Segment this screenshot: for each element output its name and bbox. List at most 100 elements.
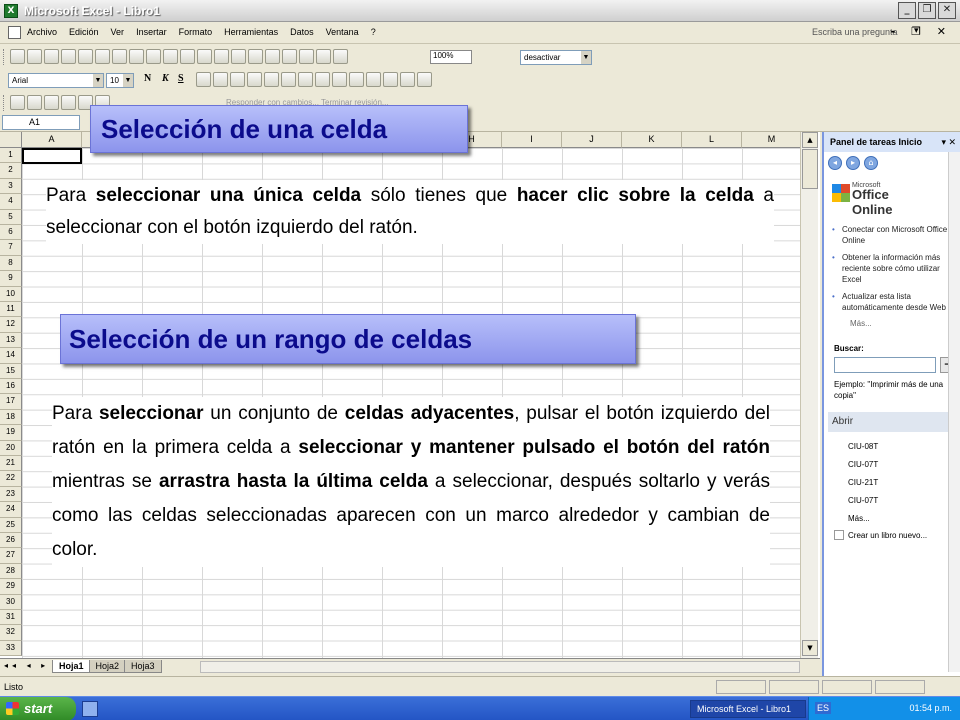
close-button[interactable]: ✕ [938, 2, 956, 19]
new-icon[interactable] [10, 49, 25, 64]
menu-formato[interactable]: Formato [178, 27, 214, 37]
sort-desc-icon[interactable] [299, 49, 314, 64]
row-header[interactable]: 14 [0, 348, 22, 364]
print-icon[interactable] [78, 49, 93, 64]
drawing-icon[interactable] [333, 49, 348, 64]
open-icon[interactable] [27, 49, 42, 64]
chevron-down-icon[interactable]: ▼ [581, 51, 591, 64]
column-header[interactable]: L [682, 132, 742, 148]
column-header[interactable]: M [742, 132, 802, 148]
tab-hoja1[interactable]: Hoja1 [52, 660, 91, 673]
select-all-corner[interactable] [0, 132, 22, 148]
menu-ventana[interactable]: Ventana [325, 27, 360, 37]
align-right-icon[interactable] [230, 72, 245, 87]
search-input[interactable] [834, 357, 936, 373]
workbook-window-controls[interactable]: - ❐ ✕ [891, 25, 952, 38]
row-header[interactable]: 6 [0, 225, 22, 241]
font-size-combo[interactable]: 10 ▼ [106, 73, 134, 88]
row-header[interactable]: 24 [0, 502, 22, 518]
row-header[interactable]: 31 [0, 610, 22, 626]
align-left-icon[interactable] [196, 72, 211, 87]
decrease-decimal-icon[interactable] [332, 72, 347, 87]
bold-button[interactable]: N [144, 73, 151, 84]
column-header[interactable]: I [502, 132, 562, 148]
spelling-icon[interactable] [112, 49, 127, 64]
home-icon[interactable]: ⌂ [864, 156, 878, 170]
language-indicator[interactable]: ES [815, 702, 832, 714]
review-icon[interactable] [27, 95, 42, 110]
chart-icon[interactable] [316, 49, 331, 64]
chevron-down-icon[interactable]: ▼ [123, 74, 133, 87]
row-header[interactable]: 11 [0, 302, 22, 318]
row-header[interactable]: 20 [0, 440, 22, 456]
copy-icon[interactable] [163, 49, 178, 64]
menu-datos[interactable]: Datos [289, 27, 315, 37]
excel-app-icon[interactable]: X [4, 4, 18, 18]
currency-icon[interactable] [264, 72, 279, 87]
row-header[interactable]: 21 [0, 456, 22, 472]
row-header[interactable]: 33 [0, 640, 22, 657]
recent-file[interactable]: CIU-07T [848, 492, 878, 510]
toolbar-grip[interactable] [3, 49, 6, 65]
hyperlink-icon[interactable] [248, 49, 263, 64]
menu-edicion[interactable]: Edición [68, 27, 100, 37]
row-header[interactable]: 4 [0, 194, 22, 210]
cut-icon[interactable] [146, 49, 161, 64]
row-header[interactable]: 16 [0, 379, 22, 395]
format-painter-icon[interactable] [197, 49, 212, 64]
row-header[interactable]: 3 [0, 178, 22, 195]
menu-herramientas[interactable]: Herramientas [223, 27, 279, 37]
new-workbook-link[interactable]: Crear un libro nuevo... [834, 530, 927, 540]
column-header[interactable]: J [562, 132, 622, 148]
review-icon[interactable] [10, 95, 25, 110]
permission-icon[interactable] [61, 49, 76, 64]
maximize-button[interactable]: ❐ [918, 2, 936, 19]
save-icon[interactable] [44, 49, 59, 64]
recent-files-more[interactable]: Más... [848, 510, 878, 528]
row-header[interactable]: 15 [0, 363, 22, 379]
autosum-icon[interactable] [265, 49, 280, 64]
scroll-thumb[interactable] [802, 149, 818, 189]
menu-archivo[interactable]: Archivo [26, 27, 58, 37]
row-header[interactable]: 23 [0, 486, 22, 503]
minimize-button[interactable]: _ [898, 2, 916, 19]
research-icon[interactable] [129, 49, 144, 64]
row-header[interactable]: 5 [0, 209, 22, 225]
toolbar-grip[interactable] [3, 95, 6, 111]
scroll-down-icon[interactable]: ▼ [802, 640, 818, 656]
help-search-input[interactable]: Escriba una pregunta [812, 27, 898, 37]
row-header[interactable]: 22 [0, 471, 22, 487]
row-header[interactable]: 17 [0, 394, 22, 410]
quick-launch-icon[interactable] [82, 701, 98, 717]
increase-decimal-icon[interactable] [315, 72, 330, 87]
font-color-icon[interactable] [417, 72, 432, 87]
row-header[interactable]: 32 [0, 625, 22, 641]
decrease-indent-icon[interactable] [349, 72, 364, 87]
selected-cell-a1[interactable] [22, 148, 82, 164]
preview-icon[interactable] [95, 49, 110, 64]
chevron-down-icon[interactable]: ▼ [93, 74, 103, 87]
row-header[interactable]: 10 [0, 286, 22, 302]
link-connect[interactable]: Conectar con Microsoft Office Online [832, 224, 958, 246]
row-header[interactable]: 8 [0, 255, 22, 272]
column-header[interactable]: A [22, 132, 82, 148]
row-header[interactable]: 28 [0, 563, 22, 580]
start-button[interactable]: start [0, 697, 76, 720]
font-combo[interactable]: Arial ▼ [8, 73, 104, 88]
fill-color-icon[interactable] [400, 72, 415, 87]
tab-hoja3[interactable]: Hoja3 [124, 660, 162, 673]
merge-center-icon[interactable] [247, 72, 262, 87]
link-more[interactable]: Más... [832, 319, 958, 328]
link-auto-update[interactable]: Actualizar esta lista automáticamente de… [832, 291, 958, 313]
increase-indent-icon[interactable] [366, 72, 381, 87]
task-pane-scrollbar[interactable] [948, 152, 960, 672]
sort-asc-icon[interactable] [282, 49, 297, 64]
paste-icon[interactable] [180, 49, 195, 64]
recent-file[interactable]: CIU-07T [848, 456, 878, 474]
row-header[interactable]: 1 [0, 148, 22, 164]
close-icon[interactable]: ▾ ✕ [941, 137, 956, 148]
row-header[interactable]: 19 [0, 425, 22, 441]
row-header[interactable]: 18 [0, 409, 22, 426]
row-header[interactable]: 9 [0, 271, 22, 287]
scroll-up-icon[interactable]: ▲ [802, 132, 818, 148]
